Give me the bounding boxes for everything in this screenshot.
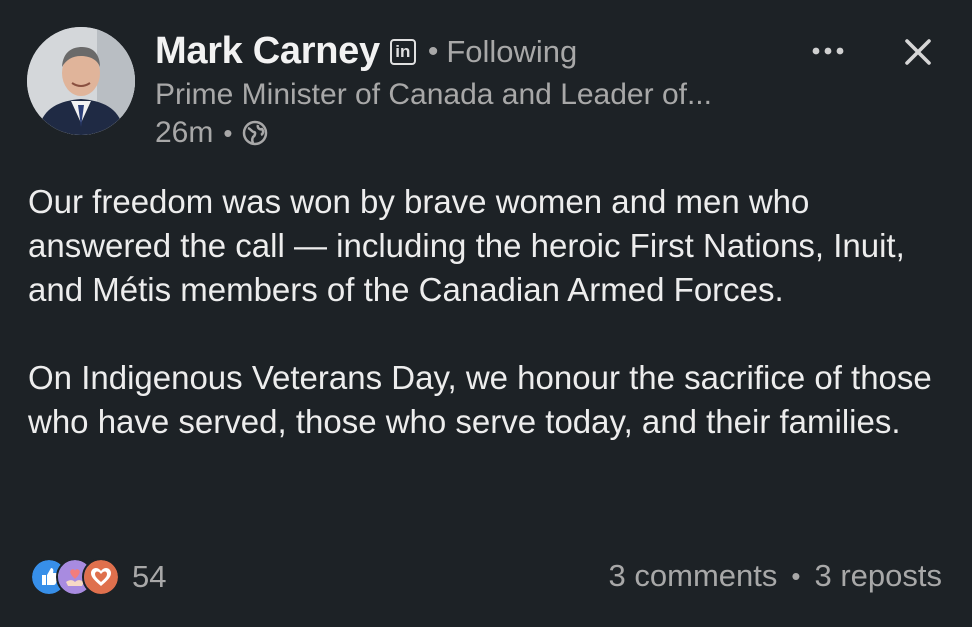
reposts-count-link[interactable]: 3 reposts — [814, 558, 942, 594]
engagement-stats: 3 comments • 3 reposts — [609, 558, 942, 594]
author-avatar[interactable] — [27, 27, 135, 135]
linkedin-badge-icon: in — [389, 38, 416, 65]
more-options-icon[interactable] — [808, 36, 848, 66]
avatar-photo — [27, 27, 135, 135]
post-body: Our freedom was won by brave women and m… — [28, 180, 948, 444]
author-line: Mark Carney in • Following — [155, 30, 577, 73]
love-icon — [82, 558, 120, 596]
separator-dot: • — [791, 560, 801, 591]
author-name[interactable]: Mark Carney — [155, 30, 380, 73]
post-timestamp: 26m — [155, 116, 214, 149]
globe-icon — [242, 120, 268, 146]
post-paragraph: On Indigenous Veterans Day, we honour th… — [28, 359, 932, 440]
post-card: Mark Carney in • Following Prime Ministe… — [0, 0, 972, 627]
reactions-summary[interactable]: 54 — [30, 558, 166, 596]
author-headline: Prime Minister of Canada and Leader of..… — [155, 78, 712, 111]
close-icon[interactable] — [898, 32, 938, 72]
post-meta: 26m • — [155, 116, 268, 150]
separator-dot: • — [223, 117, 233, 148]
comments-count-link[interactable]: 3 comments — [609, 558, 778, 594]
follow-status[interactable]: Following — [446, 34, 577, 70]
separator-dot: • — [427, 34, 439, 68]
reaction-count: 54 — [132, 559, 167, 594]
post-paragraph: Our freedom was won by brave women and m… — [28, 183, 905, 308]
